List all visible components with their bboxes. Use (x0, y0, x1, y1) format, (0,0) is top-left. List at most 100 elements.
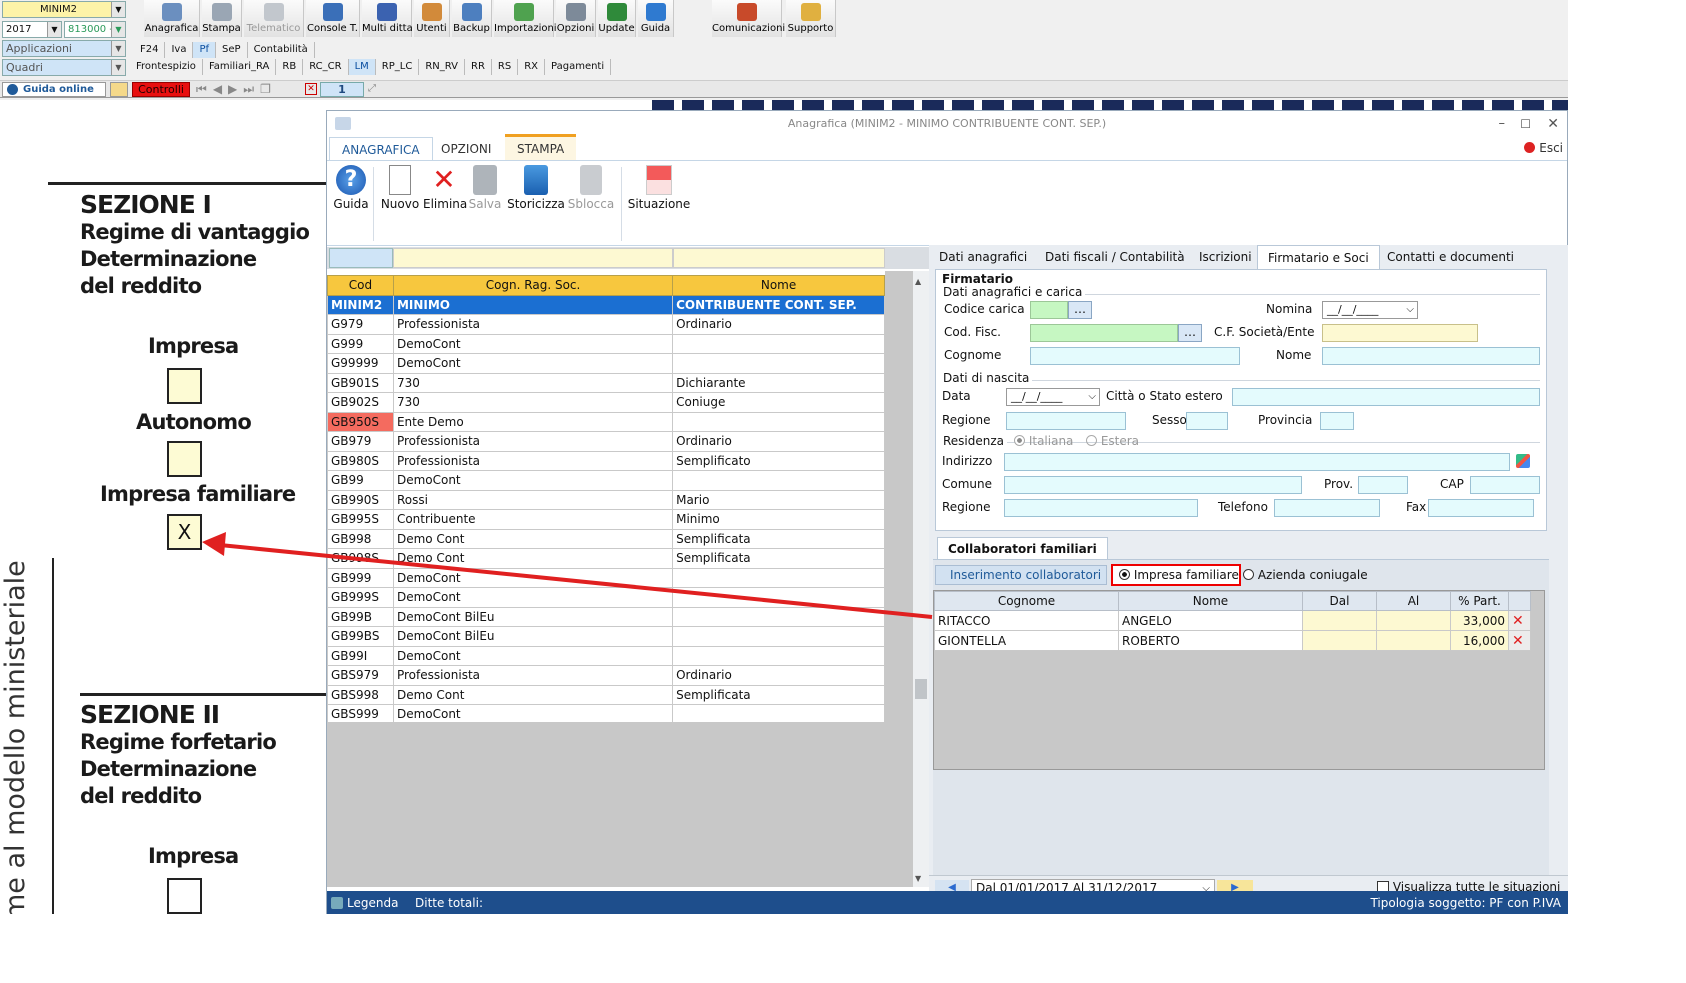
tab-stampa[interactable]: STAMPA (505, 134, 577, 161)
toolbar-button-importazioni[interactable]: Importazioni (494, 0, 557, 37)
close-icon[interactable]: ✕ (1547, 111, 1559, 137)
azienda-coniugale-radio[interactable]: Azienda coniugale (1243, 566, 1368, 584)
elimina-button[interactable]: ✕ Elimina (423, 165, 467, 212)
column-header-nome[interactable]: Nome (1118, 591, 1303, 611)
table-row[interactable]: GB99I DemoCont (327, 645, 885, 666)
toolbar-button-multi-ditta[interactable]: Multi ditta (362, 0, 413, 37)
delete-row-icon[interactable]: ✕ (1512, 633, 1524, 649)
column-header-dal[interactable]: Dal (1302, 591, 1377, 611)
toolbar-button-opzioni[interactable]: Opzioni (556, 0, 596, 37)
salva-button[interactable]: Salva (467, 165, 503, 211)
detail-tab-4[interactable]: Contatti e documenti (1377, 245, 1524, 270)
storicizza-button[interactable]: Storicizza (507, 165, 565, 211)
table-row[interactable]: GB901S 730 Dichiarante (327, 372, 885, 393)
table-row[interactable]: GB979 Professionista Ordinario (327, 431, 885, 452)
table-row[interactable]: GB99BS DemoCont BilEu (327, 626, 885, 647)
table-row[interactable]: GB999 DemoCont (327, 567, 885, 588)
table-row[interactable]: G999 DemoCont (327, 333, 885, 354)
regione-residenza-input[interactable] (1004, 499, 1198, 517)
table-row[interactable]: GB999S DemoCont (327, 587, 885, 608)
impresa-familiare-radio[interactable]: Impresa familiare (1111, 564, 1241, 586)
toolbar-button-backup[interactable]: Backup (452, 0, 492, 37)
data-nascita-picker[interactable]: __/__/____ ⌵ (1006, 388, 1100, 406)
column-header-percentuale[interactable]: % Part. (1450, 591, 1509, 611)
toolbar-button-anagrafica[interactable]: Anagrafica (144, 0, 200, 37)
detail-tab-3[interactable]: Firmatario e Soci (1257, 245, 1380, 270)
quadro-tab-rs[interactable]: RS (492, 59, 519, 75)
quadro-tab-frontespizio[interactable]: Frontespizio (130, 59, 203, 75)
fax-input[interactable] (1428, 499, 1534, 517)
quadro-tab-rp_lc[interactable]: RP_LC (376, 59, 420, 75)
filter-cognome-input[interactable] (393, 248, 673, 268)
column-header-cognome[interactable]: Cogn. Rag. Soc. (392, 275, 674, 296)
app-tab-contabilità[interactable]: Contabilità (248, 42, 315, 58)
first-record-icon[interactable]: ⏮ (196, 82, 213, 96)
indirizzo-input[interactable] (1004, 453, 1510, 471)
prev-record-icon[interactable]: ◀ (213, 82, 228, 96)
inserimento-collaboratori-button[interactable]: Inserimento collaboratori (935, 565, 1107, 585)
quadro-tab-rr[interactable]: RR (465, 59, 492, 75)
toolbar-button-telematico[interactable]: Telematico (244, 0, 304, 37)
table-row[interactable]: MINIM2 MINIMO CONTRIBUENTE CONT. SEP. (327, 294, 885, 315)
legenda-label[interactable]: Legenda (347, 891, 398, 914)
delete-icon[interactable]: ✕ (305, 83, 317, 95)
nomina-date-picker[interactable]: __/__/____ ⌵ (1322, 301, 1418, 319)
codice-carica-lookup-button[interactable]: … (1068, 301, 1092, 319)
app-tab-sep[interactable]: SeP (216, 42, 248, 58)
column-header-cognome[interactable]: Cognome (934, 591, 1119, 611)
delete-cell[interactable]: ✕ (1508, 630, 1531, 651)
guida-button[interactable]: ? Guida (333, 165, 369, 211)
last-record-icon[interactable]: ⏭ (243, 82, 260, 96)
toolbar-button-supporto[interactable]: Supporto (786, 0, 836, 37)
tab-opzioni[interactable]: OPZIONI (429, 137, 503, 161)
delete-cell[interactable]: ✕ (1508, 610, 1531, 631)
toolbar-button-console-t-[interactable]: Console T. (306, 0, 360, 37)
table-row[interactable]: GB902S 730 Coniuge (327, 392, 885, 413)
detail-tab-1[interactable]: Dati fiscali / Contabilità (1035, 245, 1195, 270)
table-row[interactable]: GB998S Demo Cont Semplificata (327, 548, 885, 569)
filter-cod-input[interactable] (329, 248, 393, 268)
app-tab-iva[interactable]: Iva (165, 42, 194, 58)
sesso-input[interactable] (1186, 412, 1228, 430)
comune-input[interactable] (1004, 476, 1302, 494)
delete-row-icon[interactable]: ✕ (1512, 613, 1524, 629)
cognome-input[interactable] (1030, 347, 1240, 365)
sblocca-button[interactable]: Sblocca (567, 165, 615, 211)
nuovo-button[interactable]: Nuovo (379, 165, 421, 211)
print-icon[interactable] (110, 82, 128, 97)
goto-page-icon[interactable]: ⤢ (368, 83, 380, 95)
regione-nascita-input[interactable] (1006, 412, 1126, 430)
scroll-thumb[interactable] (915, 679, 927, 699)
quadri-combo[interactable]: Quadri ▼ (2, 59, 126, 76)
quadro-tab-rc_cr[interactable]: RC_CR (303, 59, 349, 75)
quadro-tab-pagamenti[interactable]: Pagamenti (545, 59, 612, 75)
table-row[interactable]: GB99 DemoCont (327, 470, 885, 491)
quadro-tab-rn_rv[interactable]: RN_RV (419, 59, 465, 75)
code-combo[interactable]: 813000 - ▼ (64, 21, 126, 38)
codice-carica-input[interactable] (1030, 301, 1068, 319)
tab-anagrafica[interactable]: ANAGRAFICA (329, 137, 433, 161)
table-row[interactable]: G979 Professionista Ordinario (327, 314, 885, 335)
table-row[interactable]: GB998 Demo Cont Semplificata (327, 528, 885, 549)
toolbar-button-guida[interactable]: Guida (638, 0, 674, 37)
guida-online-button[interactable]: Guida online (2, 82, 106, 97)
scroll-up-icon[interactable]: ▲ (915, 277, 921, 286)
detail-tab-2[interactable]: Iscrizioni (1189, 245, 1262, 270)
provincia-input[interactable] (1320, 412, 1354, 430)
minimize-icon[interactable]: – (1499, 111, 1506, 137)
cap-input[interactable] (1470, 476, 1540, 494)
table-row[interactable]: GB980S Professionista Semplificato (327, 450, 885, 471)
column-header-nome[interactable]: Nome (672, 275, 885, 296)
table-row[interactable]: G99999 DemoCont (327, 353, 885, 374)
copy-icon[interactable]: ❐ (260, 82, 277, 96)
citta-input[interactable] (1232, 388, 1540, 406)
page-number-field[interactable]: 1 (320, 82, 364, 97)
toolbar-button-comunicazioni[interactable]: Comunicazioni (712, 0, 785, 37)
column-header-cod[interactable]: Cod (327, 275, 394, 296)
telefono-input[interactable] (1274, 499, 1380, 517)
toolbar-button-update[interactable]: Update (598, 0, 636, 37)
next-record-icon[interactable]: ▶ (228, 82, 243, 96)
quadro-tab-familiari_ra[interactable]: Familiari_RA (203, 59, 277, 75)
table-row[interactable]: GBS979 Professionista Ordinario (327, 665, 885, 686)
toolbar-button-stampa[interactable]: Stampa (202, 0, 242, 37)
